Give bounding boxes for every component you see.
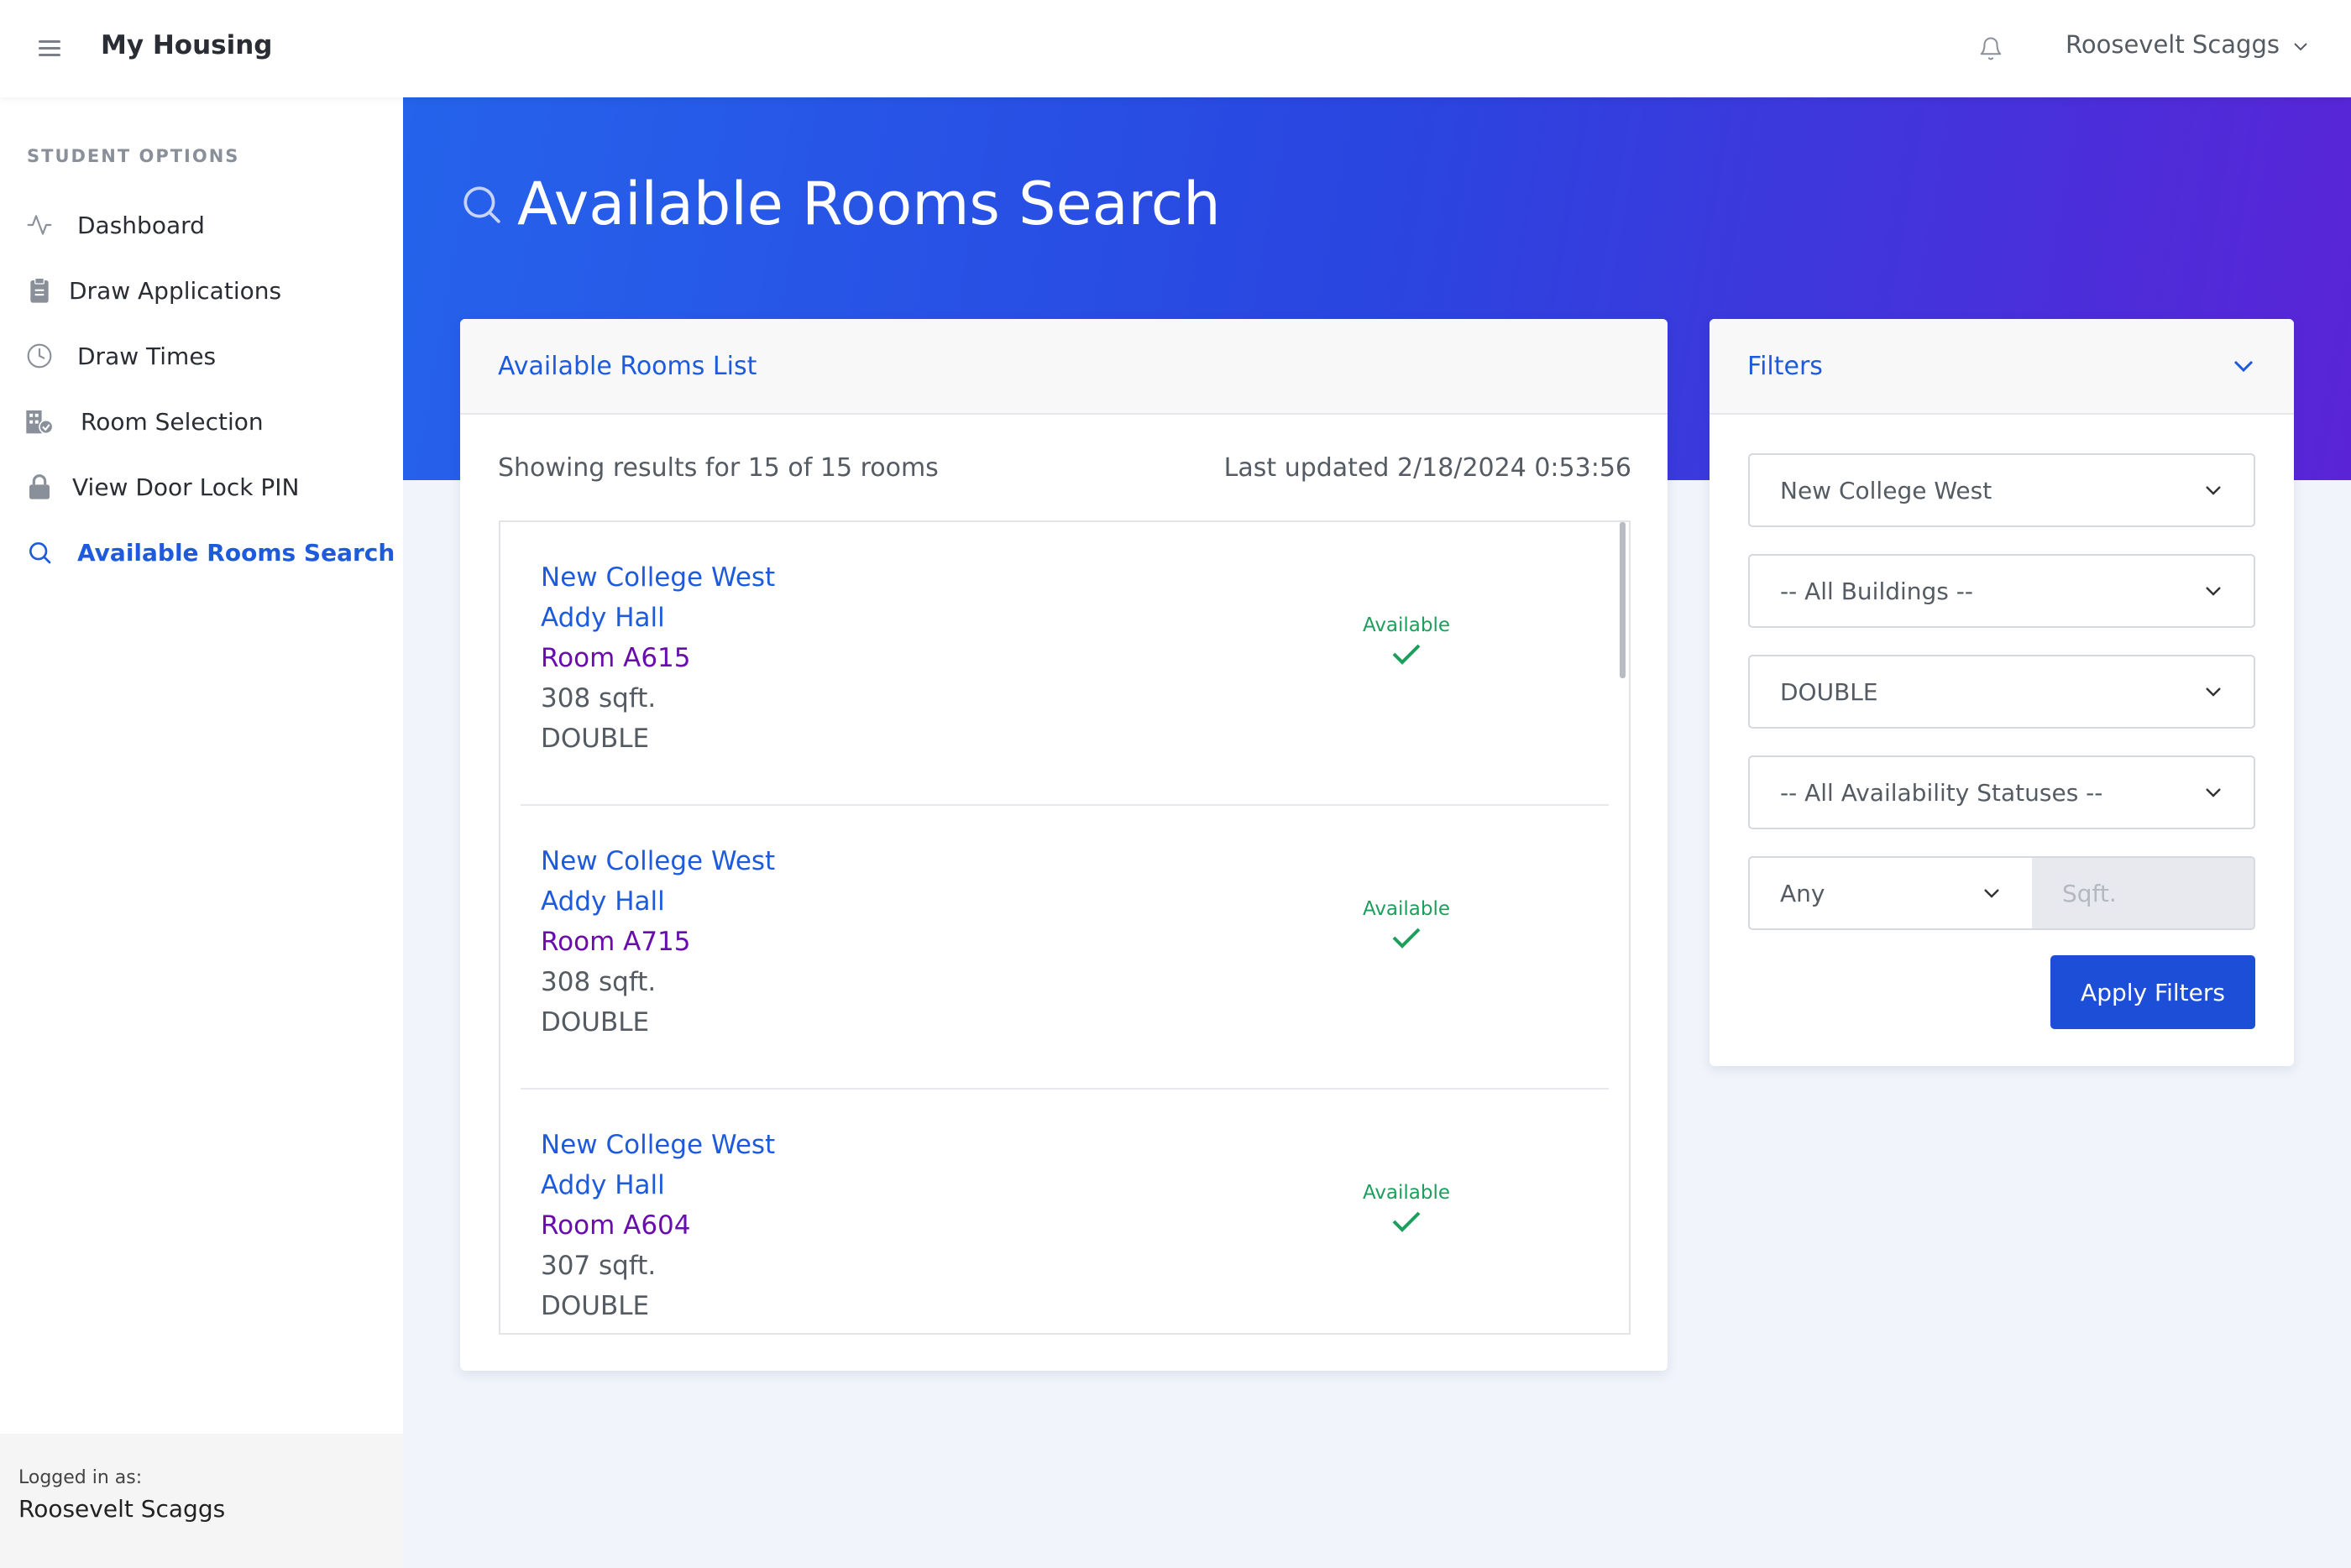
sidebar-item-label: Available Rooms Search (77, 538, 395, 567)
sidebar-item-draw-applications[interactable]: Draw Applications (25, 265, 281, 316)
sqft-input[interactable]: Sqft. (2032, 856, 2255, 930)
chevron-down-icon (1984, 889, 1999, 898)
campus-select[interactable]: New College West (1748, 453, 2255, 527)
page-title-text: Available Rooms Search (517, 170, 1221, 238)
status-badge: Available (1360, 614, 1453, 670)
sidebar-item-label: Dashboard (77, 211, 205, 239)
clipboard-icon (25, 276, 54, 305)
sidebar-item-door-lock-pin[interactable]: View Door Lock PIN (25, 462, 299, 512)
chevron-down-icon (2206, 486, 2221, 495)
results-count: Showing results for 15 of 15 rooms (498, 453, 939, 483)
room-list-item[interactable]: New College West Addy Hall Room A715 308… (521, 806, 1609, 1090)
checkmark-icon (1392, 644, 1421, 665)
room-sqft: 308 sqft. (541, 683, 657, 713)
sidebar-item-dashboard[interactable]: Dashboard (25, 200, 205, 250)
status-text: Available (1362, 614, 1451, 636)
room-list-item[interactable]: New College West Addy Hall Room A615 308… (521, 522, 1609, 806)
room-building[interactable]: Addy Hall (541, 1170, 665, 1200)
hamburger-icon[interactable] (39, 40, 60, 57)
room-list-item[interactable]: New College West Addy Hall Room A604 307… (521, 1090, 1609, 1333)
app-title: My Housing (101, 30, 273, 60)
sidebar-item-draw-times[interactable]: Draw Times (25, 331, 216, 381)
sidebar-item-label: Draw Times (77, 342, 217, 370)
results-summary: Showing results for 15 of 15 rooms Last … (498, 453, 1631, 483)
room-number[interactable]: Room A615 (541, 643, 691, 673)
lock-icon (25, 473, 54, 501)
availability-select[interactable]: -- All Availability Statuses -- (1748, 755, 2255, 829)
user-menu[interactable]: Roosevelt Scaggs (2066, 30, 2309, 59)
campus-select-value: New College West (1780, 476, 1992, 504)
rooms-list[interactable]: New College West Addy Hall Room A615 308… (499, 520, 1631, 1335)
building-check-icon (25, 407, 54, 436)
checkmark-icon (1392, 1211, 1421, 1232)
sidebar-heading: STUDENT OPTIONS (27, 146, 240, 166)
room-campus[interactable]: New College West (541, 562, 775, 593)
search-icon (463, 186, 500, 223)
activity-icon (25, 211, 54, 239)
scrollbar[interactable] (1620, 522, 1626, 678)
logged-in-label: Logged in as: (18, 1467, 143, 1488)
chevron-down-icon (2206, 687, 2221, 697)
last-updated: Last updated 2/18/2024 0:53:56 (1223, 453, 1631, 483)
card-header: Available Rooms List (460, 319, 1668, 415)
room-number[interactable]: Room A604 (541, 1210, 691, 1241)
sidebar-item-available-rooms-search[interactable]: Available Rooms Search (25, 527, 395, 578)
apply-filters-button[interactable]: Apply Filters (2050, 955, 2255, 1029)
sidebar: STUDENT OPTIONS Dashboard Draw Applicati… (0, 97, 403, 1568)
search-icon (25, 538, 54, 567)
status-text: Available (1362, 898, 1451, 920)
filters-title: Filters (1747, 351, 1823, 381)
checkmark-icon (1392, 928, 1421, 949)
card-title: Available Rooms List (498, 351, 757, 381)
room-type: DOUBLE (541, 724, 650, 754)
filters-header[interactable]: Filters (1710, 319, 2294, 415)
sidebar-item-label: Room Selection (81, 407, 264, 436)
top-bar: My Housing Roosevelt Scaggs (0, 0, 2351, 97)
room-type: DOUBLE (541, 1291, 650, 1321)
room-campus[interactable]: New College West (541, 846, 775, 876)
filters-card: Filters New College West -- All Building… (1710, 319, 2294, 1066)
logged-in-user: Roosevelt Scaggs (18, 1495, 226, 1523)
sidebar-item-label: Draw Applications (69, 276, 282, 305)
status-text: Available (1362, 1182, 1451, 1204)
chevron-down-icon (2294, 43, 2307, 51)
room-sqft: 308 sqft. (541, 967, 657, 997)
sqft-operator-value: Any (1780, 879, 1825, 907)
room-type: DOUBLE (541, 1007, 650, 1037)
room-campus[interactable]: New College West (541, 1130, 775, 1160)
bell-icon[interactable] (1978, 35, 2003, 62)
status-badge: Available (1360, 898, 1453, 954)
status-badge: Available (1360, 1182, 1453, 1237)
sqft-placeholder: Sqft. (2062, 879, 2117, 907)
chevron-down-icon[interactable] (2231, 358, 2256, 374)
building-select-value: -- All Buildings -- (1780, 577, 1974, 605)
sidebar-item-room-selection[interactable]: Room Selection (25, 396, 264, 447)
sqft-operator-select[interactable]: Any (1748, 856, 2034, 930)
room-sqft: 307 sqft. (541, 1251, 657, 1281)
user-name: Roosevelt Scaggs (2066, 30, 2280, 59)
chevron-down-icon (2206, 788, 2221, 797)
building-select[interactable]: -- All Buildings -- (1748, 554, 2255, 628)
available-rooms-card: Available Rooms List Showing results for… (460, 319, 1668, 1371)
room-type-select-value: DOUBLE (1780, 677, 1878, 706)
room-type-select[interactable]: DOUBLE (1748, 655, 2255, 729)
room-number[interactable]: Room A715 (541, 927, 691, 957)
chevron-down-icon (2206, 587, 2221, 596)
sidebar-item-label: View Door Lock PIN (72, 473, 300, 501)
sidebar-footer: Logged in as: Roosevelt Scaggs (0, 1434, 403, 1568)
room-building[interactable]: Addy Hall (541, 886, 665, 917)
page-title: Available Rooms Search (460, 170, 1221, 238)
availability-select-value: -- All Availability Statuses -- (1780, 778, 2103, 807)
clock-icon (25, 342, 54, 370)
room-building[interactable]: Addy Hall (541, 603, 665, 633)
